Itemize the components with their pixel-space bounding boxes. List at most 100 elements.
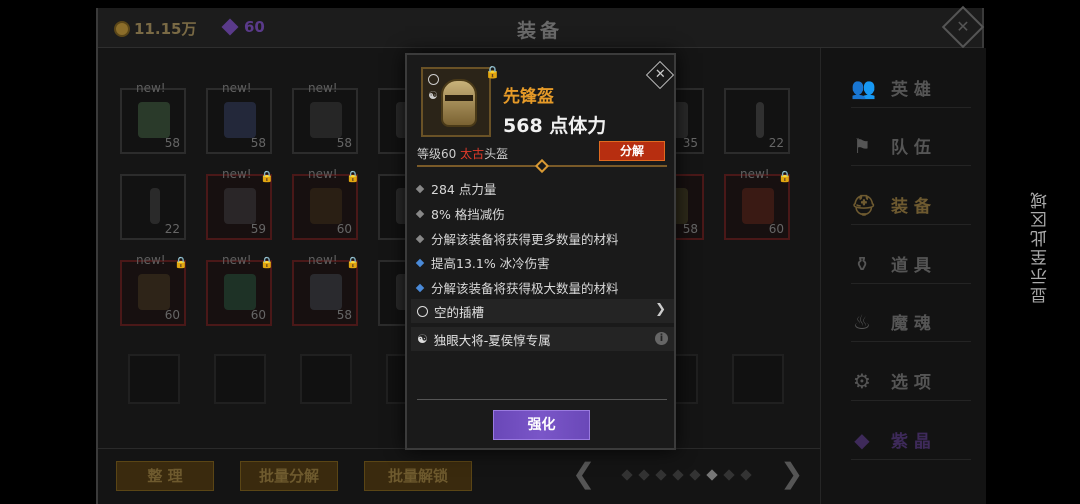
bullet-icon (415, 209, 425, 218)
inventory-slot[interactable]: new! 🔒 60 (724, 167, 792, 240)
menu-item-crystal[interactable]: ◆ 紫 晶 (851, 420, 971, 460)
empty-slot[interactable] (732, 354, 784, 404)
inventory-slot[interactable]: 22 (724, 88, 790, 154)
item-level: 60 (768, 222, 784, 236)
menu-item-label: 选 项 (891, 373, 931, 393)
bullet-icon (415, 258, 425, 267)
quality-label: 太古 (460, 147, 485, 161)
top-bar: 11.15万 60 装备 ✕ (98, 5, 985, 49)
item-name: 先锋盔 (503, 87, 554, 107)
lock-icon[interactable]: 🔒 (485, 65, 500, 79)
inventory-slot[interactable]: new! 58 (120, 81, 186, 154)
item-portrait: ☯ (421, 67, 491, 137)
boots-icon (310, 102, 342, 138)
sword-icon (756, 102, 764, 138)
inventory-slot[interactable]: new! 🔒 60 (206, 253, 274, 326)
flame-icon: ♨ (853, 309, 871, 334)
page-dot (740, 469, 752, 481)
menu-item-label: 道 具 (891, 256, 931, 276)
divider (417, 399, 667, 400)
item-level: 22 (164, 222, 180, 236)
armor-icon (742, 188, 774, 224)
new-tag: new! (222, 253, 252, 267)
bullet-icon (415, 184, 425, 193)
yin-yang-icon: ☯ (428, 89, 438, 102)
menu-item-label: 英 雄 (891, 80, 931, 100)
close-button[interactable]: ✕ (645, 60, 675, 90)
empty-slot[interactable] (300, 354, 352, 404)
close-icon: ✕ (654, 67, 666, 83)
axe-icon (150, 188, 160, 224)
menu-item-label: 装 备 (891, 197, 931, 217)
inventory-slot[interactable]: new! 🔒 59 (206, 167, 274, 240)
page-indicator (621, 469, 752, 481)
batch-decompose-button[interactable]: 批量分解 (240, 461, 338, 491)
new-tag: new! (222, 167, 252, 181)
inventory-slot[interactable]: new! 58 (206, 81, 272, 154)
bullet-icon (415, 283, 425, 292)
inventory-slot[interactable]: new! 🔒 58 (292, 253, 360, 326)
attribute-text: 提高13.1% 冰冷伤害 (431, 256, 550, 271)
page-dot (689, 469, 701, 481)
new-tag: new! (308, 81, 338, 95)
item-level-line: 等级60 太古头盔 (417, 145, 508, 162)
item-level: 58 (336, 308, 352, 322)
divider-ornament-icon (534, 158, 550, 174)
inventory-slot[interactable]: new! 58 (292, 81, 358, 154)
menu-item-items[interactable]: ⚱ 道 具 (851, 244, 971, 284)
attribute-text: 分解该装备将获得极大数量的材料 (431, 281, 619, 296)
inventory-slot[interactable]: 22 (120, 174, 186, 240)
page-dot (723, 469, 735, 481)
armor-icon (224, 188, 256, 224)
exclusive-row[interactable]: ☯ 独眼大将-夏侯惇专属 i (411, 327, 674, 351)
helmet-icon: ⛑ (851, 192, 877, 217)
book-icon (224, 274, 256, 310)
new-tag: new! (308, 167, 338, 181)
inventory-slot[interactable]: new! 🔒 60 (120, 253, 188, 326)
prev-page-button[interactable]: ❮ (572, 457, 595, 490)
side-menu: 👥 英 雄 ⚑ 队 伍 ⛑ 装 备 ⚱ 道 具 ♨ 魔 魂 ⚙ 选 项 ◆ 紫 … (820, 48, 986, 504)
menu-item-label: 紫 晶 (891, 432, 931, 452)
new-tag: new! (136, 81, 166, 95)
enhance-button[interactable]: 强化 (493, 410, 590, 440)
page-dot (621, 469, 633, 481)
info-icon[interactable]: i (655, 332, 668, 345)
page-dot (638, 469, 650, 481)
item-detail-popup: ☯ 🔒 先锋盔 568 点体力 ✕ 等级60 太古头盔 分解 284 点力量 8… (405, 53, 676, 450)
bullet-icon (415, 234, 425, 243)
armor-icon (138, 274, 170, 310)
new-tag: new! (222, 81, 252, 95)
item-level: 59 (250, 222, 266, 236)
item-level: 58 (336, 136, 352, 150)
helmet-icon (441, 79, 477, 127)
socket-ring-icon (417, 305, 428, 317)
menu-item-label: 魔 魂 (891, 314, 931, 334)
people-icon: 👥 (851, 75, 876, 100)
empty-slot[interactable] (214, 354, 266, 404)
menu-item-soul[interactable]: ♨ 魔 魂 (851, 302, 971, 342)
item-level: 22 (768, 136, 784, 150)
menu-item-label: 队 伍 (891, 138, 931, 158)
empty-socket-row[interactable]: 空的插槽 ❯ (411, 299, 674, 323)
empty-slot[interactable] (128, 354, 180, 404)
item-level: 58 (164, 136, 180, 150)
inventory-slot[interactable]: new! 🔒 60 (292, 167, 360, 240)
attribute-line: 分解该装备将获得更多数量的材料 (415, 229, 619, 248)
robe-icon (224, 102, 256, 138)
lock-icon: 🔒 (174, 256, 188, 269)
sort-button[interactable]: 整 理 (116, 461, 214, 491)
menu-item-heroes[interactable]: 👥 英 雄 (851, 68, 971, 108)
batch-unlock-button[interactable]: 批量解锁 (364, 461, 472, 491)
menu-item-team[interactable]: ⚑ 队 伍 (851, 126, 971, 166)
lock-icon: 🔒 (778, 170, 792, 183)
next-page-button[interactable]: ❯ (780, 457, 803, 490)
attribute-line: 分解该装备将获得极大数量的材料 (415, 278, 619, 297)
attribute-line: 提高13.1% 冰冷伤害 (415, 253, 550, 272)
yin-yang-icon: ☯ (417, 332, 428, 346)
page-dot-active (706, 469, 718, 481)
item-level: 35 (682, 136, 698, 150)
menu-item-options[interactable]: ⚙ 选 项 (851, 361, 971, 401)
decompose-button[interactable]: 分解 (599, 141, 665, 161)
menu-item-equipment[interactable]: ⛑ 装 备 (851, 185, 971, 225)
main-stat: 568 点体力 (503, 115, 607, 137)
